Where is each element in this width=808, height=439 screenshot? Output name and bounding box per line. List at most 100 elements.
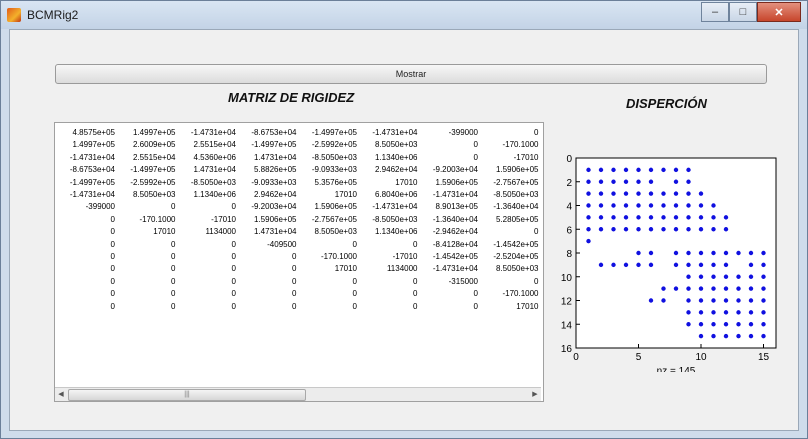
table-cell[interactable]: -1.4731e+04 xyxy=(55,152,115,164)
stiffness-matrix-table[interactable]: 4.8575e+05 1.4997e+05 -1.4731e+04 -8.6753e+… xyxy=(54,122,544,402)
scroll-left-button[interactable]: ◀ xyxy=(55,389,67,400)
table-cell[interactable]: -1.4542e+05 xyxy=(418,251,478,263)
table-cell[interactable]: 0 xyxy=(176,201,236,213)
scroll-thumb[interactable]: ||| xyxy=(68,389,306,401)
table-cell[interactable]: 1.5906e+05 xyxy=(418,177,479,189)
table-cell[interactable]: -8.5050e+03 xyxy=(297,152,357,164)
table-cell[interactable]: -8.6753e+04 xyxy=(237,127,296,139)
table-cell[interactable]: 0 xyxy=(55,226,115,238)
table-cell[interactable]: 5.2805e+05 xyxy=(479,214,539,226)
table-cell[interactable]: 1.4731e+04 xyxy=(237,226,297,238)
table-cell[interactable]: -8.4128e+04 xyxy=(418,239,478,251)
table-cell[interactable]: 0 xyxy=(358,276,417,288)
table-cell[interactable]: 0 xyxy=(418,152,478,164)
table-cell[interactable]: -170.1000 xyxy=(297,251,357,263)
table-cell[interactable]: 1134000 xyxy=(176,226,236,238)
table-cell[interactable]: -170.1000 xyxy=(479,139,538,151)
table-cell[interactable]: 1.5906e+05 xyxy=(237,214,297,226)
table-cell[interactable]: -8.5050e+03 xyxy=(176,177,236,189)
table-cell[interactable]: 0 xyxy=(297,288,357,300)
horizontal-scrollbar[interactable]: ◀ ||| ▶ xyxy=(55,387,541,401)
table-cell[interactable]: 4.8575e+05 xyxy=(55,127,116,139)
table-cell[interactable]: -1.4542e+05 xyxy=(479,239,538,251)
table-cell[interactable]: 5.3576e+05 xyxy=(297,177,358,189)
table-cell[interactable]: 0 xyxy=(116,239,175,251)
table-cell[interactable]: 8.5050e+03 xyxy=(479,263,539,275)
table-cell[interactable]: 5.8826e+05 xyxy=(237,164,297,176)
table-cell[interactable]: 17010 xyxy=(479,301,538,313)
table-cell[interactable]: 0 xyxy=(55,288,115,300)
table-cell[interactable]: -409500 xyxy=(237,239,296,251)
table-cell[interactable]: 0 xyxy=(237,263,296,275)
table-cell[interactable]: 0 xyxy=(237,251,296,263)
table-cell[interactable]: 1.4731e+04 xyxy=(176,164,237,176)
table-cell[interactable]: 1.4997e+05 xyxy=(116,127,176,139)
table-cell[interactable]: -8.5050e+03 xyxy=(479,189,538,201)
table-cell[interactable]: 17010 xyxy=(297,189,357,201)
table-cell[interactable]: 1.1340e+06 xyxy=(358,152,418,164)
table-cell[interactable]: 0 xyxy=(237,276,296,288)
table-cell[interactable]: 0 xyxy=(116,263,175,275)
table-cell[interactable]: 2.6009e+05 xyxy=(116,139,176,151)
table-cell[interactable]: -1.4731e+04 xyxy=(418,263,478,275)
table-cell[interactable]: -170.1000 xyxy=(479,288,538,300)
table-cell[interactable]: -1.4997e+05 xyxy=(237,139,296,151)
table-cell[interactable]: 0 xyxy=(176,239,236,251)
table-cell[interactable]: 0 xyxy=(55,301,115,313)
table-cell[interactable]: 8.5050e+03 xyxy=(297,226,358,238)
minimize-button[interactable]: – xyxy=(701,2,729,22)
table-cell[interactable]: 1.4731e+04 xyxy=(237,152,297,164)
table-cell[interactable]: 17010 xyxy=(358,177,417,189)
table-cell[interactable]: -2.7567e+05 xyxy=(479,177,538,189)
table-cell[interactable]: -9.2003e+04 xyxy=(237,201,296,213)
table-cell[interactable]: -8.5050e+03 xyxy=(358,214,417,226)
table-cell[interactable]: -315000 xyxy=(418,276,478,288)
table-cell[interactable]: 0 xyxy=(297,239,357,251)
table-cell[interactable]: 0 xyxy=(176,288,236,300)
table-cell[interactable]: -399000 xyxy=(418,127,478,139)
table-cell[interactable]: -9.0933e+03 xyxy=(237,177,296,189)
table-cell[interactable]: 0 xyxy=(176,263,236,275)
table-cell[interactable]: 0 xyxy=(479,276,538,288)
table-cell[interactable]: 0 xyxy=(358,239,417,251)
table-cell[interactable]: 0 xyxy=(358,288,417,300)
table-cell[interactable]: 0 xyxy=(55,214,115,226)
table-cell[interactable]: 0 xyxy=(237,301,296,313)
maximize-button[interactable]: □ xyxy=(729,2,757,22)
table-cell[interactable]: -1.4731e+04 xyxy=(418,189,478,201)
table-cell[interactable]: 1.5906e+05 xyxy=(297,201,358,213)
table-cell[interactable]: 0 xyxy=(116,201,175,213)
table-cell[interactable]: 17010 xyxy=(297,263,357,275)
table-cell[interactable]: 1.4997e+05 xyxy=(55,139,116,151)
table-cell[interactable]: 0 xyxy=(418,288,478,300)
table-cell[interactable]: 0 xyxy=(297,276,357,288)
table-cell[interactable]: 8.5050e+03 xyxy=(358,139,418,151)
table-cell[interactable]: -1.4731e+04 xyxy=(358,127,417,139)
table-cell[interactable]: 0 xyxy=(116,301,175,313)
table-cell[interactable]: 4.5360e+06 xyxy=(176,152,237,164)
table-cell[interactable]: -17010 xyxy=(358,251,418,263)
table-cell[interactable]: 2.9462e+04 xyxy=(358,164,418,176)
table-cell[interactable]: -9.2003e+04 xyxy=(418,164,478,176)
table-cell[interactable]: 0 xyxy=(479,226,538,238)
table-cell[interactable]: 2.5515e+04 xyxy=(116,152,176,164)
table-cell[interactable]: -1.4997e+05 xyxy=(55,177,115,189)
table-cell[interactable]: -1.4731e+04 xyxy=(358,201,417,213)
table-cell[interactable]: 0 xyxy=(116,276,175,288)
table-cell[interactable]: 0 xyxy=(237,288,296,300)
table-cell[interactable]: 17010 xyxy=(116,226,175,238)
table-cell[interactable]: 0 xyxy=(116,288,175,300)
scroll-right-button[interactable]: ▶ xyxy=(529,389,541,400)
table-cell[interactable]: 0 xyxy=(55,239,115,251)
table-cell[interactable]: 0 xyxy=(55,276,115,288)
table-cell[interactable]: 2.5515e+04 xyxy=(176,139,237,151)
table-cell[interactable]: -1.4997e+05 xyxy=(297,127,357,139)
table-cell[interactable]: 8.5050e+03 xyxy=(116,189,176,201)
table-cell[interactable]: -2.9462e+04 xyxy=(418,226,478,238)
mostrar-button[interactable]: Mostrar xyxy=(55,64,767,84)
table-cell[interactable]: 0 xyxy=(55,263,115,275)
table-cell[interactable]: -2.5204e+05 xyxy=(479,251,538,263)
table-cell[interactable]: 2.9462e+04 xyxy=(237,189,297,201)
title-bar[interactable]: BCMRig2 – □ ✕ xyxy=(1,1,807,29)
table-cell[interactable]: -399000 xyxy=(55,201,115,213)
